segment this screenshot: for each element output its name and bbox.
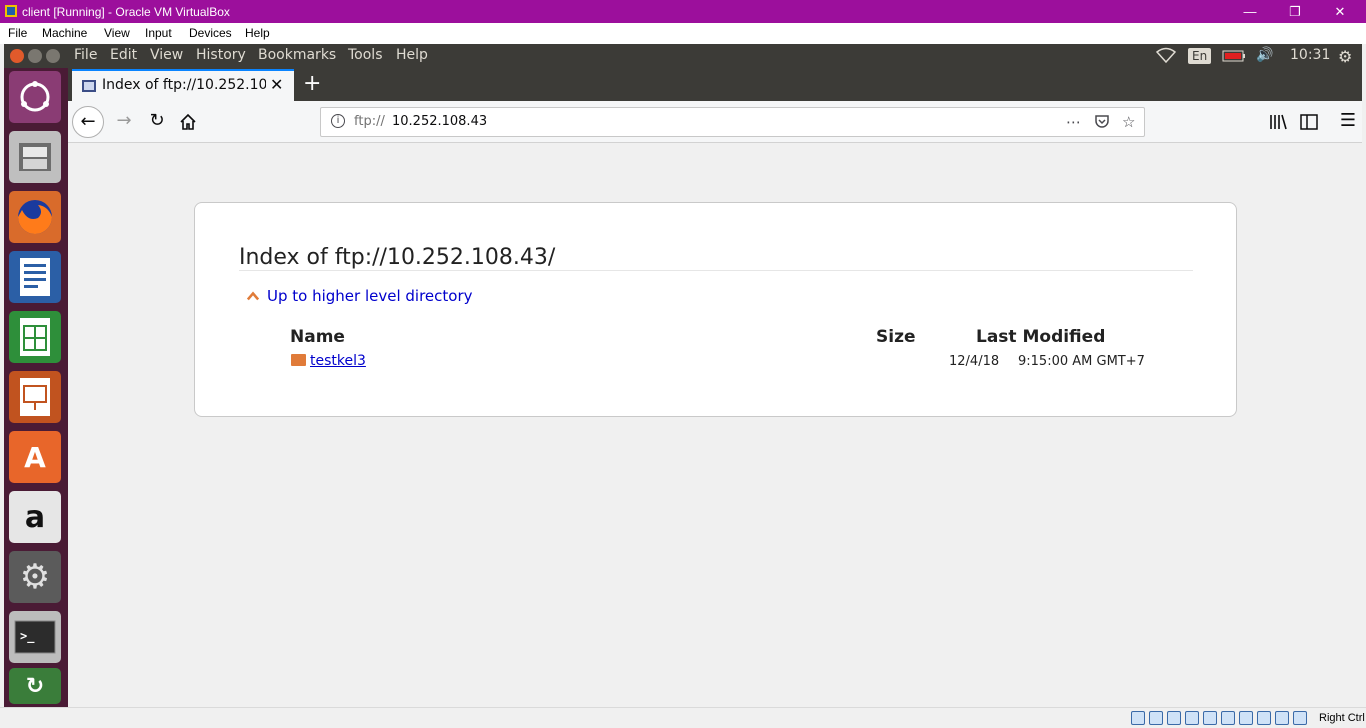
keyboard-layout[interactable]: En (1188, 48, 1212, 64)
forward-button[interactable]: → (108, 106, 140, 138)
mouse-integration-icon[interactable] (1293, 711, 1307, 725)
up-directory-label: Up to higher level directory (267, 287, 473, 305)
site-info-icon[interactable]: i (331, 114, 345, 128)
close-window-icon[interactable] (10, 49, 24, 63)
minimize-icon[interactable]: — (1230, 2, 1270, 21)
optical-drive-icon[interactable] (1149, 711, 1163, 725)
vbox-menu-file[interactable]: File (8, 26, 27, 40)
folder-icon (291, 354, 306, 366)
ff-menu-file[interactable]: File (74, 47, 97, 63)
new-tab-icon[interactable]: + (303, 71, 321, 96)
reload-button[interactable]: ↻ (141, 106, 173, 138)
shared-folders-icon[interactable] (1221, 711, 1235, 725)
page-content: Index of ftp://10.252.108.43/ Up to high… (68, 144, 1362, 707)
ff-menu-tools[interactable]: Tools (348, 47, 383, 63)
minimize-window-icon[interactable] (28, 49, 42, 63)
page-actions-icon[interactable]: ⋯ (1066, 113, 1081, 131)
virtualbox-icon (5, 5, 17, 17)
unity-topbar: File Edit View History Bookmarks Tools H… (4, 44, 1362, 68)
software-center-icon[interactable]: A (9, 431, 61, 483)
host-key-label: Right Ctrl (1319, 712, 1365, 724)
vbox-menu-machine[interactable]: Machine (42, 26, 87, 40)
cpu-icon[interactable] (1275, 711, 1289, 725)
hamburger-menu-icon[interactable]: ☰ (1332, 106, 1362, 138)
firefox-icon[interactable] (9, 191, 61, 243)
column-header-last-modified: Last Modified (976, 327, 1106, 347)
restore-icon[interactable]: ❐ (1275, 2, 1315, 21)
ff-menu-bookmarks[interactable]: Bookmarks (258, 47, 336, 63)
impress-icon[interactable] (9, 371, 61, 423)
tab-close-icon[interactable]: ✕ (270, 75, 283, 94)
ftp-favicon-icon (82, 80, 96, 92)
ff-menu-help[interactable]: Help (396, 47, 428, 63)
vbox-menu-view[interactable]: View (104, 26, 130, 40)
volume-icon[interactable]: 🔊 (1256, 47, 1273, 63)
url-bar[interactable]: i ftp:// 10.252.108.43 ⋯ ☆ (320, 107, 1145, 137)
entry-date: 12/4/18 (949, 354, 1000, 369)
ff-menu-view[interactable]: View (150, 47, 183, 63)
battery-icon[interactable] (1222, 50, 1246, 66)
terminal-icon[interactable]: >_ (9, 611, 61, 663)
vbox-menu-help[interactable]: Help (245, 26, 270, 40)
page-title: Index of ftp://10.252.108.43/ (239, 245, 1193, 271)
usb-icon[interactable] (1203, 711, 1217, 725)
sidebar-icon[interactable] (1293, 106, 1325, 138)
vbox-menubar: File Machine View Input Devices Help (0, 23, 1366, 44)
tab-strip: Index of ftp://10.252.108.43/ ✕ + (68, 68, 1362, 101)
files-icon[interactable] (9, 131, 61, 183)
ff-menu-history[interactable]: History (196, 47, 246, 63)
home-button[interactable] (172, 106, 204, 138)
tab-ftp-index[interactable]: Index of ftp://10.252.108.43/ ✕ (72, 69, 294, 101)
pocket-icon[interactable] (1094, 113, 1110, 133)
table-row: testkel3 12/4/18 9:15:00 AM GMT+7 (195, 351, 1238, 373)
window-title: client [Running] - Oracle VM VirtualBox (22, 5, 230, 19)
updater-icon[interactable]: ↻ (9, 668, 61, 704)
hard-disk-icon[interactable] (1131, 711, 1145, 725)
close-icon[interactable]: ✕ (1320, 2, 1360, 21)
navigation-toolbar: ← → ↻ i ftp:// 10.252.108.43 ⋯ ☆ ☰ (68, 101, 1362, 143)
calc-icon[interactable] (9, 311, 61, 363)
system-menu-icon[interactable]: ⚙ (1338, 47, 1352, 66)
network-icon[interactable] (1185, 711, 1199, 725)
vbox-statusbar: Right Ctrl (0, 707, 1366, 728)
bookmark-star-icon[interactable]: ☆ (1122, 113, 1135, 131)
vbox-titlebar: client [Running] - Oracle VM VirtualBox … (0, 0, 1366, 23)
firefox-window: Index of ftp://10.252.108.43/ ✕ + ← → ↻ … (68, 68, 1362, 707)
video-capture-icon[interactable] (1257, 711, 1271, 725)
column-header-size: Size (876, 327, 916, 347)
url-scheme: ftp:// (354, 114, 385, 129)
column-header-name: Name (290, 327, 345, 347)
clock[interactable]: 10:31 (1290, 47, 1330, 63)
back-button[interactable]: ← (72, 106, 104, 138)
up-arrow-icon (247, 291, 259, 301)
directory-listing-card: Index of ftp://10.252.108.43/ Up to high… (194, 202, 1237, 417)
entry-time: 9:15:00 AM GMT+7 (1018, 354, 1145, 369)
url-host: 10.252.108.43 (392, 114, 488, 129)
audio-icon[interactable] (1167, 711, 1181, 725)
wifi-icon[interactable] (1155, 47, 1177, 67)
system-settings-icon[interactable]: ⚙ (9, 551, 61, 603)
guest-screen: File Edit View History Bookmarks Tools H… (4, 44, 1362, 707)
vbox-menu-devices[interactable]: Devices (189, 26, 232, 40)
ff-menu-edit[interactable]: Edit (110, 47, 137, 63)
amazon-icon[interactable]: a (9, 491, 61, 543)
maximize-window-icon[interactable] (46, 49, 60, 63)
entry-name-link[interactable]: testkel3 (310, 353, 366, 369)
unity-launcher: A a ⚙ >_ ↻ (4, 68, 68, 707)
display-icon[interactable] (1239, 711, 1253, 725)
writer-icon[interactable] (9, 251, 61, 303)
svg-text:>_: >_ (20, 629, 35, 644)
ubuntu-dash-icon[interactable] (9, 71, 61, 123)
vbox-menu-input[interactable]: Input (145, 26, 172, 40)
library-icon[interactable] (1262, 106, 1294, 138)
tab-title: Index of ftp://10.252.108.43/ (102, 77, 266, 93)
up-directory-link[interactable]: Up to higher level directory (247, 287, 473, 305)
